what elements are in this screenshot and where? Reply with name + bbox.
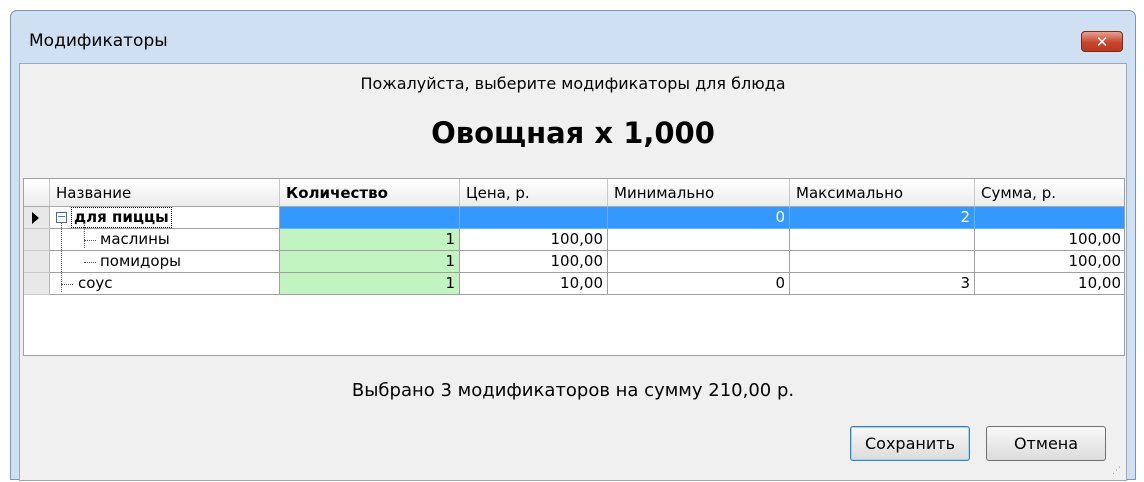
dish-title: Овощная x 1,000 <box>431 116 715 150</box>
collapse-icon[interactable]: − <box>56 211 67 223</box>
row-selector[interactable] <box>24 207 50 229</box>
dialog-title: Модификаторы <box>29 31 168 51</box>
column-header-maximum[interactable]: Максимально <box>790 179 975 207</box>
sum-cell[interactable]: 100,00 <box>975 251 1124 273</box>
maximum-cell[interactable] <box>790 229 975 251</box>
table-row[interactable]: помидоры <box>50 251 280 273</box>
modifiers-grid: Название Количество Цена, р. Минимально … <box>23 178 1125 356</box>
row-selector[interactable] <box>24 229 50 251</box>
resize-grip-icon[interactable]: ⋰ <box>1112 466 1122 476</box>
row-pointer-icon <box>32 212 39 224</box>
table-row[interactable]: маслины <box>50 229 280 251</box>
column-header-name[interactable]: Название <box>50 179 280 207</box>
cancel-button[interactable]: Отмена <box>986 426 1106 461</box>
price-cell[interactable]: 10,00 <box>460 273 608 295</box>
quantity-cell[interactable]: 1 <box>280 273 460 295</box>
minimum-cell[interactable] <box>608 251 790 273</box>
minimum-cell[interactable]: 0 <box>608 273 790 295</box>
column-header-minimum[interactable]: Минимально <box>608 179 790 207</box>
sum-cell[interactable]: 100,00 <box>975 229 1124 251</box>
column-header-quantity[interactable]: Количество <box>280 179 460 207</box>
minimum-cell[interactable] <box>608 229 790 251</box>
table-row[interactable]: соус <box>50 273 280 295</box>
quantity-cell[interactable]: 1 <box>280 229 460 251</box>
sum-cell[interactable] <box>975 207 1124 229</box>
maximum-cell[interactable]: 3 <box>790 273 975 295</box>
price-cell[interactable]: 100,00 <box>460 229 608 251</box>
save-button[interactable]: Сохранить <box>850 426 970 461</box>
quantity-cell[interactable]: 1 <box>280 251 460 273</box>
price-cell[interactable]: 100,00 <box>460 251 608 273</box>
instruction-text: Пожалуйста, выберите модификаторы для бл… <box>360 74 786 93</box>
column-header-price[interactable]: Цена, р. <box>460 179 608 207</box>
maximum-cell[interactable] <box>790 251 975 273</box>
group-name: для пиццы <box>71 207 172 228</box>
close-button[interactable]: ✕ <box>1081 31 1123 52</box>
row-selector[interactable] <box>24 273 50 295</box>
quantity-cell[interactable] <box>280 207 460 229</box>
title-bar: Модификаторы ✕ <box>11 11 1135 63</box>
column-header-sum[interactable]: Сумма, р. <box>975 179 1124 207</box>
maximum-cell[interactable]: 2 <box>790 207 975 229</box>
price-cell[interactable] <box>460 207 608 229</box>
sum-cell[interactable]: 10,00 <box>975 273 1124 295</box>
header-corner <box>24 179 50 207</box>
row-selector[interactable] <box>24 251 50 273</box>
minimum-cell[interactable]: 0 <box>608 207 790 229</box>
close-icon: ✕ <box>1095 33 1109 51</box>
dialog-body: Пожалуйста, выберите модификаторы для бл… <box>19 63 1127 481</box>
modifiers-dialog: Модификаторы ✕ Пожалуйста, выберите моди… <box>10 10 1136 481</box>
selection-summary: Выбрано 3 модификаторов на сумму 210,00 … <box>351 380 795 401</box>
